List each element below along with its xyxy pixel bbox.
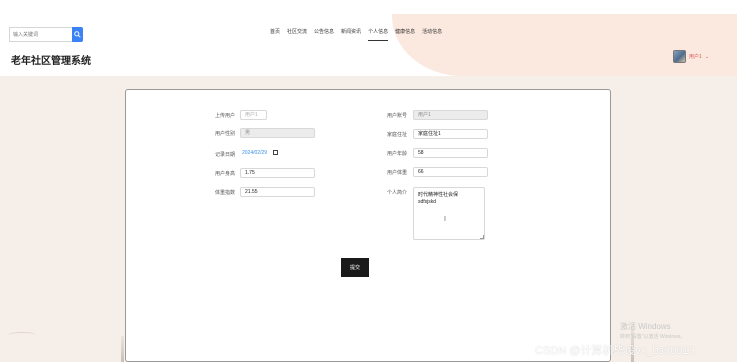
intro-textarea[interactable]: 时代精神性社会保 sdfsjskd [413, 187, 485, 240]
chevron-down-icon: ⌄ [704, 53, 709, 60]
upload-user-label: 上传用户 [214, 113, 235, 119]
intro-line: sdfsjskd [418, 199, 437, 205]
nav-item-news[interactable]: 新闻资讯 [341, 28, 361, 35]
intro-line: 时代精神性社会保 [418, 192, 459, 198]
height-field[interactable]: 1.75 [240, 168, 315, 178]
nav-item-community[interactable]: 社区交流 [287, 28, 307, 35]
background-decoration [8, 332, 36, 338]
search-button[interactable] [72, 27, 83, 42]
record-date-value: 2024/02/29 [242, 150, 268, 156]
nav-item-notices[interactable]: 公告信息 [314, 28, 334, 35]
search-input[interactable] [9, 27, 72, 42]
record-date-label: 记录日期 [214, 152, 235, 158]
gender-field[interactable]: 男 [240, 128, 315, 138]
nav-item-home[interactable]: 首页 [270, 28, 280, 35]
height-label: 用户身高 [214, 171, 235, 177]
user-menu[interactable]: 用户1 ⌄ [673, 50, 709, 63]
weight-label: 用户体重 [386, 170, 407, 176]
csdn-watermark: CSDN @计算机毕设vx_bs30813 [535, 345, 695, 357]
gender-label: 用户性别 [214, 131, 235, 137]
calendar-icon [273, 150, 279, 156]
address-field[interactable]: 家庭住址1 [413, 129, 488, 139]
account-field[interactable]: 用户1 [413, 110, 488, 120]
bmi-field[interactable]: 21.55 [240, 187, 315, 197]
main-nav: 首页 社区交流 公告信息 新闻资讯 个人信息 健康信息 活动信息 [270, 28, 449, 41]
age-field[interactable]: 58 [413, 148, 488, 158]
header [0, 14, 737, 76]
search-icon [74, 31, 81, 38]
bmi-label: 体重指数 [214, 190, 235, 196]
search-bar [9, 27, 83, 42]
page-title: 老年社区管理系统 [11, 56, 91, 67]
address-label: 家庭住址 [386, 132, 407, 138]
background-decoration [121, 336, 124, 362]
nav-item-profile[interactable]: 个人信息 [368, 28, 389, 41]
intro-label: 个人简介 [386, 190, 407, 196]
nav-item-activities[interactable]: 活动信息 [422, 28, 442, 35]
text-cursor-icon: I [444, 216, 446, 223]
nav-item-health[interactable]: 健康信息 [395, 28, 415, 35]
user-name: 用户1 [689, 54, 702, 60]
age-label: 用户年龄 [386, 151, 407, 157]
submit-button[interactable]: 提交 [341, 258, 369, 277]
resize-handle[interactable] [480, 235, 484, 239]
avatar [673, 50, 686, 63]
upload-user-field[interactable]: 用户1 [240, 110, 267, 120]
windows-watermark-subtitle: 转到"设置"以激活 Windows。 [620, 334, 686, 340]
record-date-field[interactable]: 2024/02/29 [240, 149, 300, 159]
windows-watermark-title: 激活 Windows [620, 322, 671, 331]
account-label: 用户账号 [386, 113, 407, 119]
weight-field[interactable]: 66 [413, 167, 488, 177]
